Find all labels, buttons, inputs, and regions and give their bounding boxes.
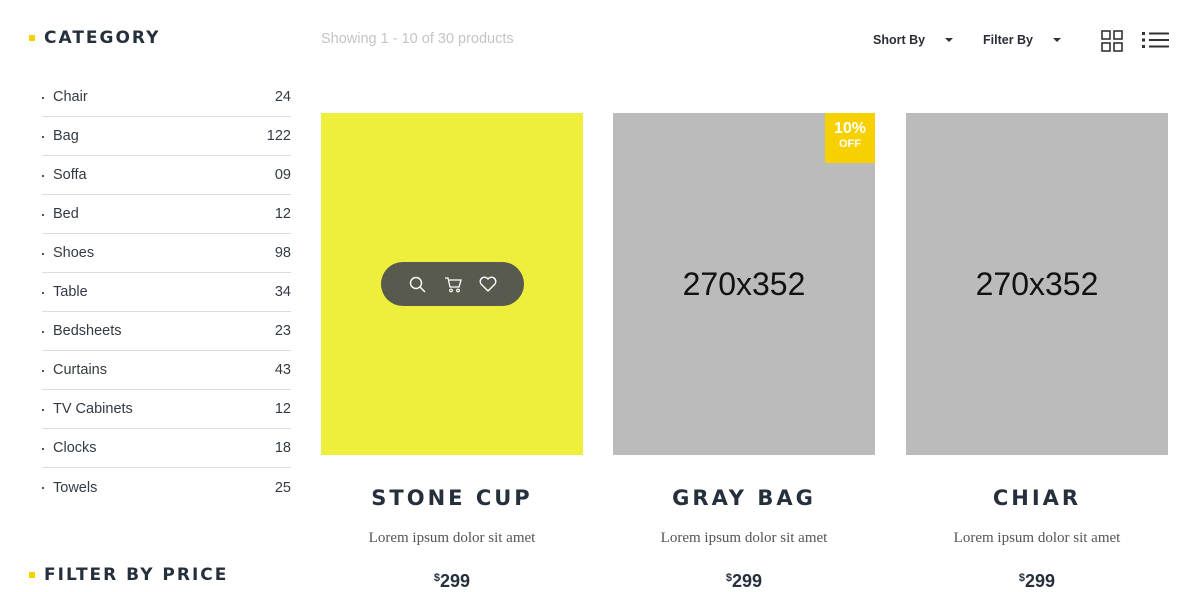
category-count: 23 — [274, 323, 291, 339]
category-item-chair[interactable]: Chair 24 — [42, 78, 291, 117]
product-image[interactable]: 270x352 10% OFF — [613, 113, 875, 455]
product-card[interactable]: 270x352 10% OFF GRAY BAG Lorem ipsum dol… — [613, 113, 875, 591]
category-item-towels[interactable]: Towels 25 — [42, 468, 291, 507]
category-name: Curtains — [53, 362, 107, 378]
category-name: Bed — [53, 206, 79, 222]
category-name: Soffa — [53, 167, 87, 183]
filter-by-price-heading-text: FILTER BY PRICE — [44, 565, 229, 585]
image-placeholder-text: 270x352 — [975, 265, 1099, 302]
category-count: 09 — [274, 167, 291, 183]
grid-view-icon[interactable] — [1101, 30, 1125, 52]
category-item-bed[interactable]: Bed 12 — [42, 195, 291, 234]
category-item-tv-cabinets[interactable]: TV Cabinets 12 — [42, 390, 291, 429]
heading-accent-mark — [29, 572, 35, 578]
bullet-icon — [42, 96, 44, 99]
product-card[interactable]: 270x352 CHIAR Lorem ipsum dolor sit amet… — [906, 113, 1168, 591]
product-title[interactable]: GRAY BAG — [613, 486, 875, 510]
product-price: $299 — [613, 571, 875, 592]
product-description: Lorem ipsum dolor sit amet — [953, 530, 1121, 546]
category-name: Bag — [53, 128, 79, 144]
heading-accent-mark — [29, 35, 35, 41]
product-actions — [381, 262, 524, 306]
product-description: Lorem ipsum dolor sit amet — [660, 530, 828, 546]
category-count: 98 — [274, 245, 291, 261]
category-item-soffa[interactable]: Soffa 09 — [42, 156, 291, 195]
discount-percent: 10% — [833, 120, 867, 137]
category-count: 122 — [266, 128, 291, 144]
price-value: 299 — [440, 571, 471, 591]
product-image[interactable] — [321, 113, 583, 455]
category-count: 18 — [274, 440, 291, 456]
search-icon[interactable] — [409, 275, 427, 293]
bullet-icon — [42, 135, 44, 138]
product-price: $299 — [906, 571, 1168, 592]
discount-badge: 10% OFF — [825, 113, 875, 163]
sort-by-dropdown[interactable]: Short By — [873, 33, 954, 47]
category-count: 24 — [274, 89, 291, 105]
bullet-icon — [42, 487, 44, 489]
bullet-icon — [42, 213, 44, 216]
filter-by-label: Filter By — [983, 33, 1034, 47]
price-value: 299 — [732, 571, 763, 591]
product-price: $299 — [321, 571, 583, 592]
cart-icon[interactable] — [444, 275, 462, 293]
bullet-icon — [42, 174, 44, 177]
bullet-icon — [42, 291, 44, 294]
product-title[interactable]: CHIAR — [906, 486, 1168, 510]
caret-down-icon — [1053, 38, 1062, 42]
product-image[interactable]: 270x352 — [906, 113, 1168, 455]
image-placeholder-text: 270x352 — [682, 265, 806, 302]
category-item-shoes[interactable]: Shoes 98 — [42, 234, 291, 273]
category-name: Table — [53, 284, 88, 300]
price-value: 299 — [1025, 571, 1056, 591]
category-name: TV Cabinets — [53, 401, 133, 417]
category-name: Bedsheets — [53, 323, 122, 339]
category-heading-text: CATEGORY — [44, 28, 161, 48]
product-description: Lorem ipsum dolor sit amet — [368, 530, 536, 546]
category-item-table[interactable]: Table 34 — [42, 273, 291, 312]
category-count: 25 — [274, 479, 291, 496]
category-name: Clocks — [53, 440, 97, 456]
category-item-clocks[interactable]: Clocks 18 — [42, 429, 291, 468]
category-name: Towels — [53, 479, 98, 496]
caret-down-icon — [945, 38, 954, 42]
discount-off-label: OFF — [839, 138, 861, 150]
category-item-curtains[interactable]: Curtains 43 — [42, 351, 291, 390]
category-item-bedsheets[interactable]: Bedsheets 23 — [42, 312, 291, 351]
category-name: Shoes — [53, 245, 95, 261]
category-heading: CATEGORY — [29, 28, 160, 48]
bullet-icon — [42, 447, 44, 450]
product-card[interactable]: STONE CUP Lorem ipsum dolor sit amet $29… — [321, 113, 583, 591]
bullet-icon — [42, 252, 44, 255]
category-list: Chair 24 Bag 122 Soffa 09 Bed 12 Shoes 98 Tab… — [42, 78, 291, 507]
category-name: Chair — [53, 89, 88, 105]
list-view-icon[interactable] — [1142, 30, 1170, 52]
filter-by-price-heading: FILTER BY PRICE — [29, 565, 228, 585]
product-title[interactable]: STONE CUP — [321, 486, 583, 510]
heart-icon[interactable] — [479, 275, 497, 293]
category-count: 12 — [274, 206, 291, 222]
category-item-bag[interactable]: Bag 122 — [42, 117, 291, 156]
category-count: 34 — [274, 284, 291, 300]
filter-by-dropdown[interactable]: Filter By — [983, 33, 1062, 47]
sort-by-label: Short By — [873, 33, 926, 47]
results-count: Showing 1 - 10 of 30 products — [321, 31, 514, 47]
bullet-icon — [42, 408, 44, 411]
category-count: 12 — [274, 401, 291, 417]
bullet-icon — [42, 369, 44, 372]
category-count: 43 — [274, 362, 291, 378]
bullet-icon — [42, 330, 44, 333]
